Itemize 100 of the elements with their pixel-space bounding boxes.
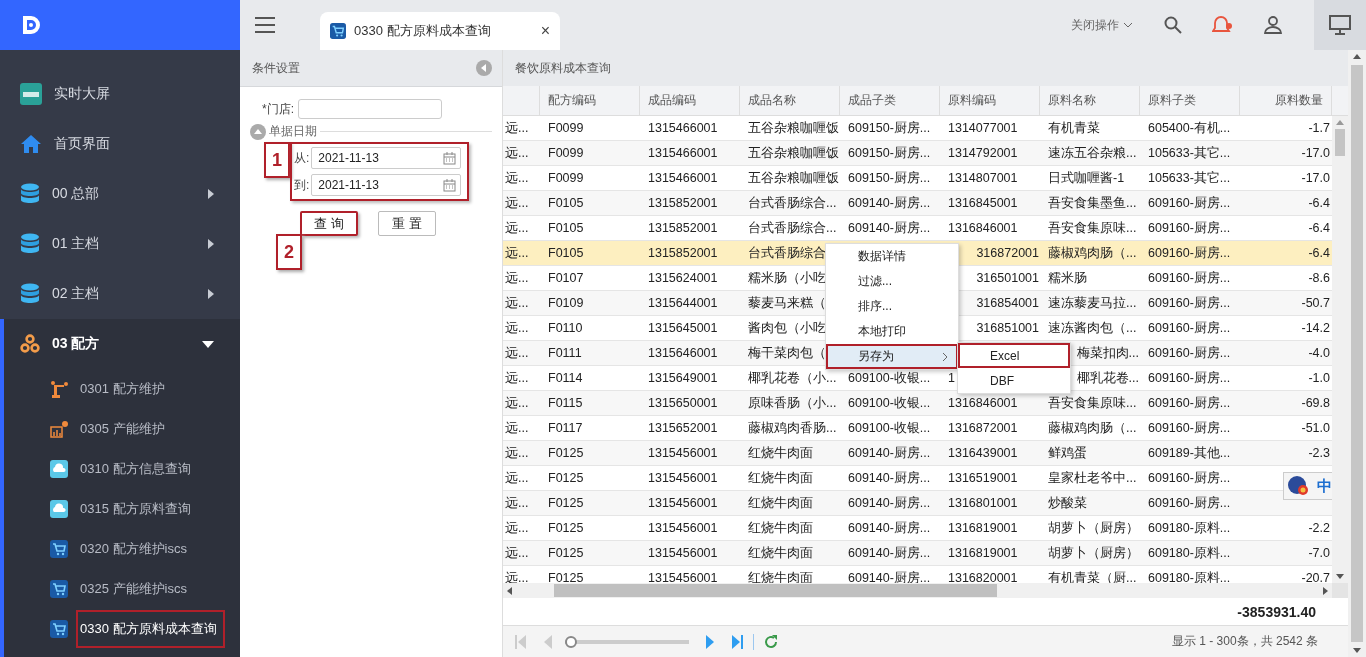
table-cell: 1316872001: [948, 421, 1018, 435]
table-cell: 1315624001: [648, 271, 718, 285]
table-cell: F0125: [548, 446, 584, 460]
table-cell: 藤椒鸡肉肠（...: [1048, 246, 1137, 260]
table-cell: F0099: [548, 146, 584, 160]
table-cell: 吾安食集墨鱼...: [1048, 196, 1137, 210]
table-cell: 远...: [505, 471, 529, 485]
table-cell: 五谷杂粮咖喱饭: [748, 121, 839, 135]
table-cell: -51.0: [1301, 421, 1330, 435]
table-cell: F0105: [548, 246, 584, 260]
table-cell: 红烧牛肉面: [748, 471, 813, 485]
table-cell: 609189-其他...: [1148, 446, 1231, 460]
table-cell: 皇家杜老爷中...: [1048, 471, 1137, 485]
table-cell: 红烧牛肉面: [748, 521, 813, 535]
table-cell: 远...: [505, 421, 529, 435]
table-cell: 316501001: [976, 271, 1039, 285]
table-cell: 1315466001: [648, 121, 718, 135]
table-cell: 1315852001: [648, 246, 718, 260]
table-cell: 糯米肠: [1048, 271, 1087, 285]
table-cell: -69.8: [1301, 396, 1330, 410]
page-summary: 显示 1 - 300条，共 2542 条: [1171, 633, 1318, 650]
table-cell: 316854001: [976, 296, 1039, 310]
table-cell: 605400-有机...: [1148, 121, 1231, 135]
table-cell: -6.4: [1308, 196, 1330, 210]
table-cell: 1316846001: [948, 396, 1018, 410]
table-cell: 远...: [505, 321, 529, 335]
table-cell: -2.2: [1308, 521, 1330, 535]
table-cell: 吾安食集原味...: [1048, 221, 1137, 235]
table-cell: -4.0: [1308, 346, 1330, 360]
table-cell: 五谷杂粮咖喱饭: [748, 146, 839, 160]
table-cell: 609140-厨房...: [848, 221, 931, 235]
table-cell: 1314792001: [948, 146, 1018, 160]
table-cell: 609180-原料...: [1148, 521, 1231, 535]
table-cell: 1316819001: [948, 546, 1018, 560]
table-cell: F0099: [548, 171, 584, 185]
table-cell: F0111: [548, 346, 582, 360]
table-cell: 609180-原料...: [1148, 546, 1231, 560]
table-cell: F0125: [548, 521, 584, 535]
table-cell: 1315646001: [648, 346, 718, 360]
callout-number: 2: [276, 234, 302, 270]
table-cell: 609160-厨房...: [1148, 296, 1231, 310]
table-cell: 远...: [505, 571, 529, 583]
table-cell: -7.0: [1308, 546, 1330, 560]
table-cell: 609150-厨房...: [848, 121, 931, 135]
table-cell: 有机青菜: [1048, 121, 1100, 135]
table-cell: 远...: [505, 221, 529, 235]
table-cell: 105633-其它...: [1148, 171, 1231, 185]
table-cell: 316851001: [976, 321, 1039, 335]
table-cell: 609140-厨房...: [848, 446, 931, 460]
table-cell: 1315456001: [648, 496, 718, 510]
table-cell: 台式香肠综合...: [748, 196, 837, 210]
table-cell: 糯米肠（小吃: [748, 271, 826, 285]
table-cell: 1316845001: [948, 196, 1018, 210]
grid-title: 餐饮原料成本查询: [515, 59, 611, 77]
table-cell: 藜麦马来糕（: [748, 296, 826, 310]
table-cell: F0107: [548, 271, 584, 285]
table-cell: 炒酸菜: [1048, 496, 1087, 510]
table-cell: 远...: [505, 296, 529, 310]
table-cell: -6.4: [1308, 221, 1330, 235]
table-cell: 609100-收银...: [848, 396, 931, 410]
table-cell: F0117: [548, 421, 583, 435]
table-cell: -50.7: [1301, 296, 1330, 310]
table-cell: 酱肉包（小吃: [748, 321, 826, 335]
table-cell: F0105: [548, 221, 584, 235]
table-cell: 速冻藜麦马拉...: [1048, 296, 1137, 310]
table-cell: 1315852001: [648, 221, 718, 235]
table-cell: 红烧牛肉面: [748, 496, 813, 510]
table-cell: -2.3: [1308, 446, 1330, 460]
table-cell: 609100-收银...: [848, 421, 931, 435]
table-cell: 1315852001: [648, 196, 718, 210]
table-cell: 609140-厨房...: [848, 521, 931, 535]
table-cell: 远...: [505, 271, 529, 285]
table-cell: 远...: [505, 146, 529, 160]
callout-number: 1: [264, 142, 290, 178]
table-cell: 1315456001: [648, 446, 718, 460]
table-cell: 吾安食集原味...: [1048, 396, 1137, 410]
table-cell: 红烧牛肉面: [748, 446, 813, 460]
table-cell: 椰乳花卷...: [1076, 371, 1139, 385]
table-cell: 609160-厨房...: [1148, 321, 1231, 335]
table-cell: F0110: [548, 321, 583, 335]
table-cell: F0109: [548, 296, 584, 310]
table-cell: 梅菜扣肉...: [1076, 346, 1139, 360]
table-cell: 1315466001: [648, 171, 718, 185]
table-cell: 1315649001: [648, 371, 718, 385]
table-cell: 远...: [505, 196, 529, 210]
table-cell: 五谷杂粮咖喱饭: [748, 171, 839, 185]
table-cell: 609160-厨房...: [1148, 471, 1231, 485]
table-cell: 远...: [505, 396, 529, 410]
table-cell: 609140-厨房...: [848, 546, 931, 560]
table-cell: 远...: [505, 171, 529, 185]
table-cell: 远...: [505, 521, 529, 535]
table-cell: 609160-厨房...: [1148, 221, 1231, 235]
table-cell: 藤椒鸡肉香肠...: [748, 421, 837, 435]
table-cell: F0099: [548, 121, 584, 135]
table-cell: 1316519001: [948, 471, 1018, 485]
table-cell: 1316439001: [948, 446, 1018, 460]
table-cell: 1316819001: [948, 521, 1018, 535]
table-cell: -20.7: [1301, 571, 1330, 583]
table-cell: 105633-其它...: [1148, 146, 1231, 160]
table-cell: 609160-厨房...: [1148, 371, 1231, 385]
